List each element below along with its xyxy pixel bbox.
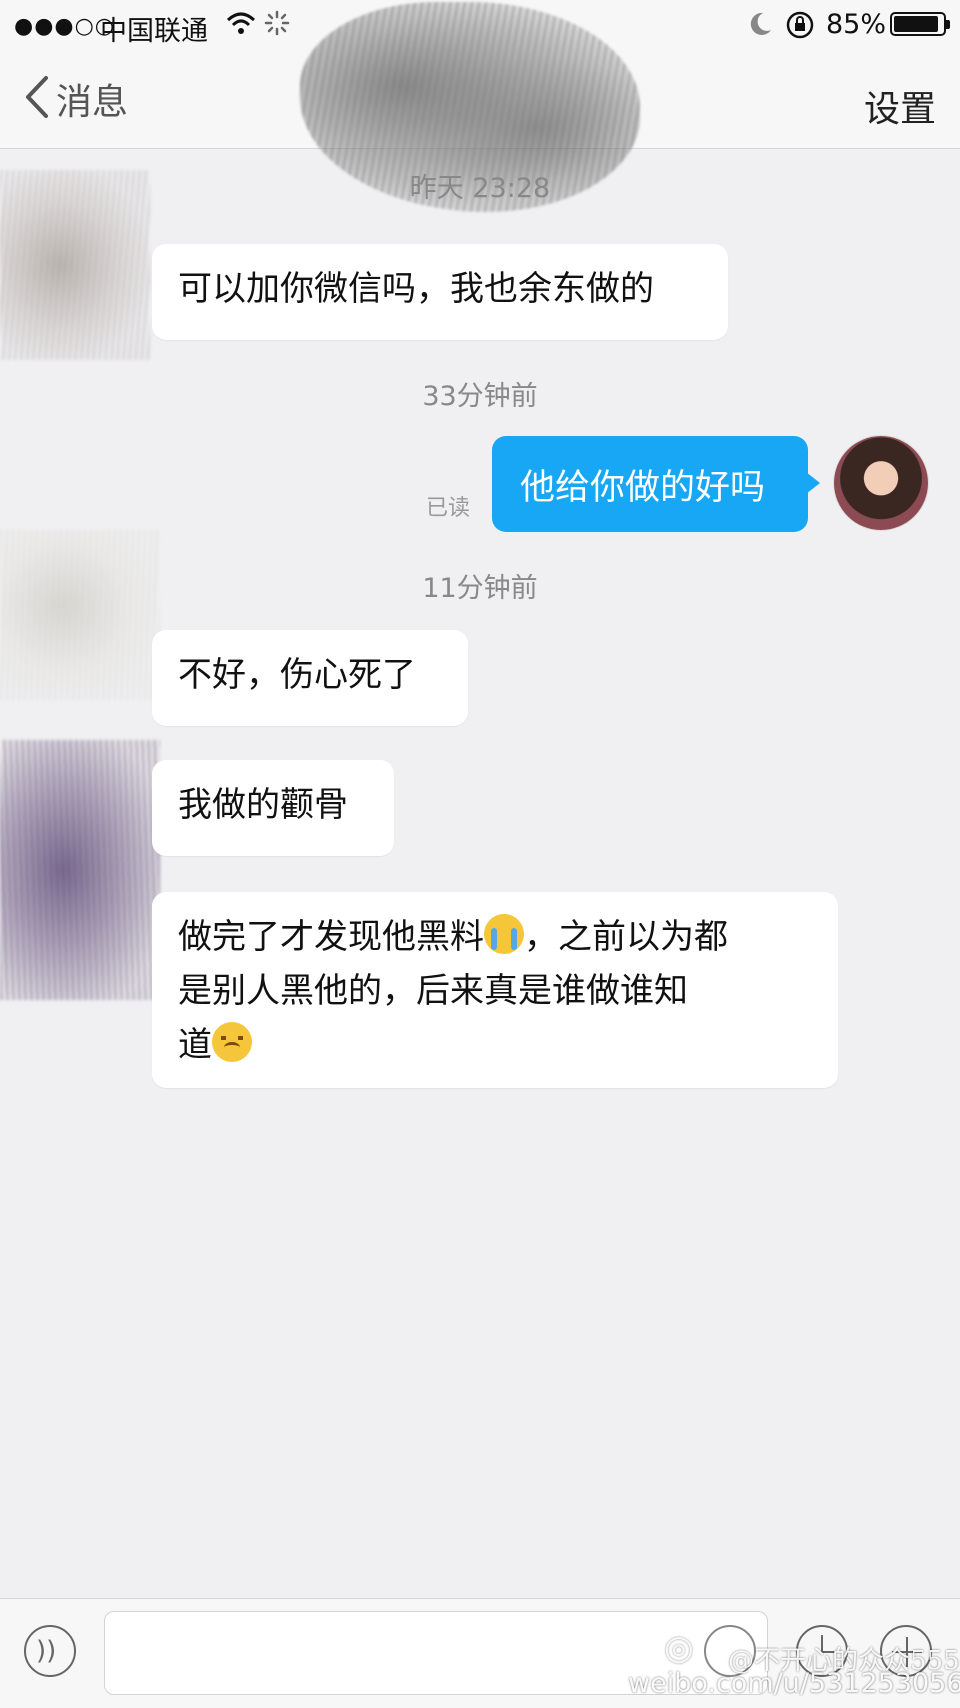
sound-wave-icon: )) [36, 1636, 57, 1666]
outgoing-message-bubble[interactable]: 他给你做的好吗 [492, 436, 820, 532]
carrier-name: 中国联通 [100, 16, 208, 47]
nav-bar: 消息 设置 [0, 2, 960, 212]
read-receipt: 已读 [426, 496, 471, 521]
weibo-logo-icon: ◎ [664, 1628, 694, 1668]
settings-button[interactable]: 设置 [864, 80, 936, 132]
back-button[interactable]: 消息 [24, 74, 128, 124]
disappointed-face-icon [212, 1022, 252, 1062]
watermark-url: weibo.com/u/5312530560 [628, 1668, 960, 1699]
message-line: 做完了才发现他黑料 ，之前以为都 [178, 910, 812, 964]
do-not-disturb-icon [747, 10, 773, 42]
message-line: 道 [178, 1018, 812, 1072]
battery-percentage: 85% [826, 9, 887, 40]
network-activity-icon [264, 10, 290, 40]
message-line: 是别人黑他的，后来真是谁做谁知 [178, 971, 688, 1011]
message-timestamp: 昨天 23:28 [409, 173, 551, 204]
redacted-avatar [0, 530, 160, 700]
message-text: 可以加你微信吗，我也余东做的 [178, 269, 654, 309]
battery-icon [890, 12, 950, 36]
my-avatar[interactable] [834, 436, 928, 530]
chevron-left-icon [24, 75, 50, 123]
message-text: 他给你做的好吗 [520, 467, 766, 508]
message-text: 不好，伤心死了 [178, 655, 416, 695]
incoming-message-bubble[interactable]: 我做的颧骨 [152, 760, 394, 856]
redacted-avatar [0, 740, 160, 1000]
message-timestamp: 11分钟前 [422, 573, 538, 604]
voice-input-button[interactable]: )) [24, 1625, 76, 1677]
wifi-icon [226, 10, 256, 42]
message-text: 我做的颧骨 [178, 785, 348, 825]
loudly-crying-face-icon [484, 914, 524, 954]
incoming-message-bubble[interactable]: 可以加你微信吗，我也余东做的 [152, 244, 728, 340]
message-timestamp: 33分钟前 [422, 381, 538, 412]
incoming-message-bubble[interactable]: 不好，伤心死了 [152, 630, 468, 726]
back-label: 消息 [56, 82, 129, 123]
incoming-message-bubble[interactable]: 做完了才发现他黑料 ，之前以为都 是别人黑他的，后来真是谁做谁知 道 [152, 892, 838, 1088]
orientation-lock-icon [785, 10, 815, 44]
